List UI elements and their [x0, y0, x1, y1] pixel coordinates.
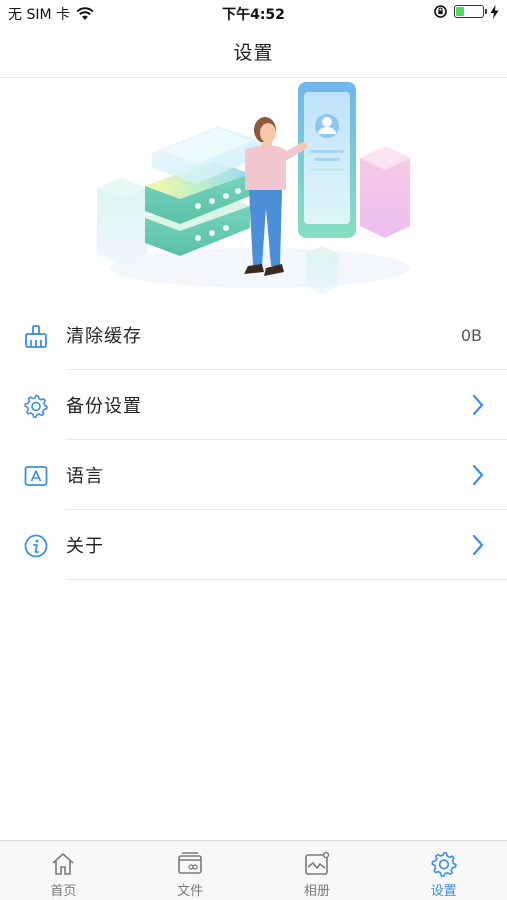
settings-list: 清除缓存 0B 备份设置 语言 关于 [0, 300, 507, 580]
battery-level [456, 7, 464, 16]
tab-home[interactable]: 首页 [0, 841, 127, 900]
language-label: 语言 [66, 466, 104, 487]
nav-bar: 设置 [0, 26, 507, 78]
page-title: 设置 [233, 42, 274, 64]
info-icon [24, 534, 48, 558]
tab-files[interactable]: 文件 [127, 841, 254, 900]
tab-bar: 首页 文件 相册 设置 [0, 840, 507, 900]
language-icon [24, 466, 48, 486]
clear-cache-label: 清除缓存 [66, 326, 142, 347]
charging-icon [490, 4, 499, 19]
rotation-lock-icon [434, 5, 447, 18]
tab-settings[interactable]: 设置 [380, 841, 507, 900]
settings-icon [431, 851, 457, 877]
file-icon [178, 852, 202, 874]
chevron-right-icon [472, 464, 484, 486]
gear-icon [24, 394, 48, 419]
tab-album[interactable]: 相册 [254, 841, 381, 900]
chevron-right-icon [472, 534, 484, 556]
server-person-phone-illustration [97, 82, 410, 294]
backup-settings-row[interactable]: 备份设置 [0, 370, 507, 440]
backup-settings-label: 备份设置 [66, 396, 142, 417]
tab-home-label: 首页 [50, 884, 77, 899]
status-time: 下午4:52 [222, 7, 285, 23]
cache-size-value: 0B [460, 325, 482, 345]
album-icon [305, 851, 330, 875]
about-label: 关于 [66, 536, 104, 557]
status-right [433, 4, 499, 19]
broom-icon [25, 325, 47, 348]
tab-files-label: 文件 [177, 884, 204, 899]
status-bar: 无 SIM 卡 下午4:52 [0, 0, 507, 26]
about-row[interactable]: 关于 [0, 510, 507, 580]
chevron-right-icon [472, 394, 484, 416]
hero-illustration [0, 78, 507, 300]
tab-settings-label: 设置 [430, 884, 457, 899]
home-icon [52, 853, 74, 875]
clear-cache-row[interactable]: 清除缓存 0B [0, 300, 507, 370]
language-row[interactable]: 语言 [0, 440, 507, 510]
tab-album-label: 相册 [303, 884, 330, 899]
battery-icon [454, 5, 487, 18]
